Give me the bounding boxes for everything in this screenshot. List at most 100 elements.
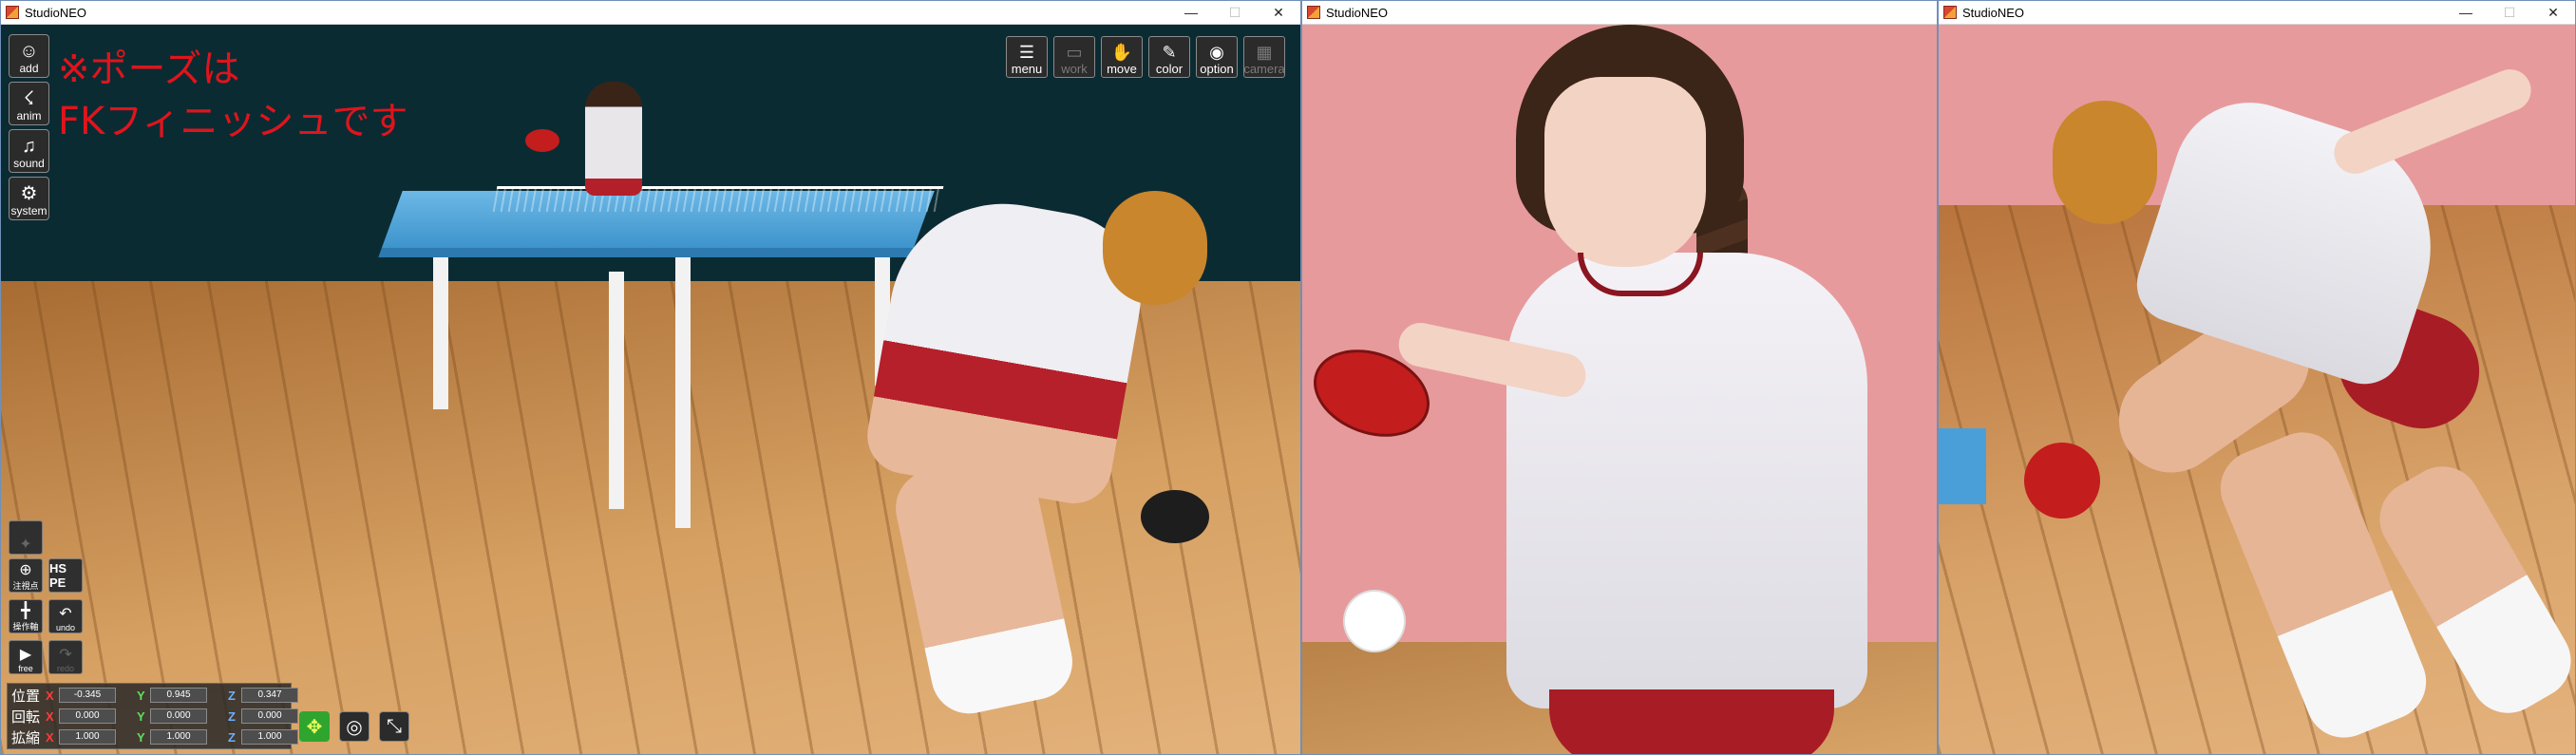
axis-y-label: Y	[137, 729, 145, 745]
menu-button[interactable]: ☰ menu	[1006, 36, 1048, 78]
position-x-field[interactable]: -0.345	[59, 688, 116, 703]
move-arrows-icon: ✥	[306, 716, 323, 738]
scene-viewport[interactable]	[1939, 25, 2575, 754]
undo-button[interactable]: ↶ undo	[48, 599, 83, 633]
free-camera-button[interactable]: ▶ free	[9, 640, 43, 674]
ping-pong-ball	[1345, 592, 1404, 651]
black-paddle	[1141, 490, 1209, 543]
player-arm	[2327, 63, 2538, 180]
work-icon: ▭	[1066, 43, 1083, 62]
scale-arrows-icon: ⤡	[387, 715, 402, 737]
rotation-y-field[interactable]: 0.000	[150, 708, 207, 724]
scale-z-field[interactable]: 1.000	[241, 729, 298, 745]
menu-label: menu	[1011, 62, 1043, 76]
gym-shirt	[1506, 253, 1867, 708]
video-camera-icon: ▶	[19, 647, 32, 663]
title-bar[interactable]: StudioNEO — ☐ ✕	[1, 1, 1300, 25]
position-y-field[interactable]: 0.945	[150, 688, 207, 703]
color-button[interactable]: ✎ color	[1148, 36, 1190, 78]
axis-z-label: Z	[228, 708, 236, 724]
title-bar[interactable]: StudioNEO	[1302, 1, 1937, 25]
scale-gizmo-button[interactable]: ⤡	[379, 711, 409, 742]
window-title: StudioNEO	[25, 5, 87, 20]
system-label: system	[10, 204, 47, 217]
axis-y-label: Y	[137, 688, 145, 703]
work-button[interactable]: ▭ work	[1053, 36, 1095, 78]
red-paddle	[525, 129, 559, 152]
maximize-button[interactable]: ☐	[2488, 1, 2531, 24]
scale-x-field[interactable]: 1.000	[59, 729, 116, 745]
scene-viewport[interactable]: ※ポーズは FKフィニッシュです ☺ add ☇ anim ♫ sound ⚙ …	[1, 25, 1300, 754]
rotate-icon: ◎	[346, 716, 363, 738]
app-icon	[1943, 6, 1957, 19]
sound-button[interactable]: ♫ sound	[9, 129, 49, 173]
color-label: color	[1155, 62, 1184, 76]
app-icon	[1307, 6, 1320, 19]
minimize-button[interactable]: —	[1169, 1, 1213, 24]
add-label: add	[19, 62, 39, 75]
title-bar[interactable]: StudioNEO — ☐ ✕	[1939, 1, 2575, 25]
position-row: 位置 X -0.345 Y 0.945 Z 0.347	[11, 686, 319, 705]
system-button[interactable]: ⚙ system	[9, 177, 49, 220]
position-label: 位置	[11, 687, 41, 705]
free-label: free	[18, 664, 33, 673]
undo-icon: ↶	[59, 606, 72, 622]
anim-button[interactable]: ☇ anim	[9, 82, 49, 125]
foreground-player-hair	[1103, 191, 1207, 305]
focus-point-label: 注視点	[12, 581, 39, 591]
position-z-field[interactable]: 0.347	[241, 688, 298, 703]
anim-label: anim	[16, 109, 42, 123]
table-leg	[675, 253, 691, 528]
redo-label: redo	[56, 664, 74, 673]
maximize-button[interactable]: ☐	[1213, 1, 1257, 24]
redo-icon: ↷	[59, 647, 72, 663]
scale-label: 拡縮	[11, 728, 41, 746]
table-leg	[433, 257, 448, 409]
work-label: work	[1061, 62, 1088, 76]
plus-circle-icon: ⊕	[19, 562, 32, 578]
close-button[interactable]: ✕	[1257, 1, 1300, 24]
scale-y-field[interactable]: 1.000	[150, 729, 207, 745]
pose-note: ※ポーズは FKフィニッシュです	[58, 44, 407, 148]
table-leg	[609, 272, 624, 509]
person-icon: ☺	[19, 41, 39, 62]
axis-z-label: Z	[228, 729, 236, 745]
rotation-label: 回転	[11, 708, 41, 726]
redo-button[interactable]: ↷ redo	[48, 640, 83, 674]
axis-button[interactable]: ╋ 操作軸	[9, 599, 43, 633]
transform-panel: 位置 X -0.345 Y 0.945 Z 0.347 回転 X 0.000 Y…	[7, 683, 298, 749]
hspe-button[interactable]: HS PE	[48, 558, 83, 593]
rotation-x-field[interactable]: 0.000	[59, 708, 116, 724]
studio-window-closeup: StudioNEO	[1301, 0, 1938, 755]
move-button[interactable]: ✋ move	[1101, 36, 1143, 78]
axis-x-label: X	[46, 688, 54, 703]
add-button[interactable]: ☺ add	[9, 34, 49, 78]
rotation-z-field[interactable]: 0.000	[241, 708, 298, 724]
disabled-tool-button[interactable]: ✦	[9, 520, 43, 555]
pose-note-line1: ※ポーズは	[58, 47, 240, 91]
music-icon: ♫	[22, 136, 36, 157]
rotation-row: 回転 X 0.000 Y 0.000 Z 0.000	[11, 707, 319, 726]
player-face	[1544, 77, 1706, 267]
axis-z-label: Z	[228, 688, 236, 703]
axis-y-label: Y	[137, 708, 145, 724]
run-icon: ☇	[23, 88, 35, 109]
window-title: StudioNEO	[1962, 5, 2025, 20]
focus-point-button[interactable]: ⊕ 注視点	[9, 558, 43, 593]
axis-x-label: X	[46, 708, 54, 724]
background-player-figure	[585, 82, 642, 196]
rotate-gizmo-button[interactable]: ◎	[339, 711, 369, 742]
close-button[interactable]: ✕	[2531, 1, 2575, 24]
camera-button[interactable]: ▦ camera	[1243, 36, 1285, 78]
minimize-button[interactable]: —	[2444, 1, 2488, 24]
axis-x-label: X	[46, 729, 54, 745]
scene-viewport[interactable]	[1302, 25, 1937, 754]
app-icon	[6, 6, 19, 19]
pin-icon: ✦	[19, 537, 32, 553]
option-button[interactable]: ◉ option	[1196, 36, 1238, 78]
gears-icon: ⚙	[20, 183, 38, 204]
move-gizmo-button[interactable]: ✥	[299, 711, 330, 742]
film-icon: ▦	[1256, 43, 1273, 62]
studio-window-side: StudioNEO — ☐ ✕	[1938, 0, 2576, 755]
axis-icon: ╋	[21, 603, 30, 619]
